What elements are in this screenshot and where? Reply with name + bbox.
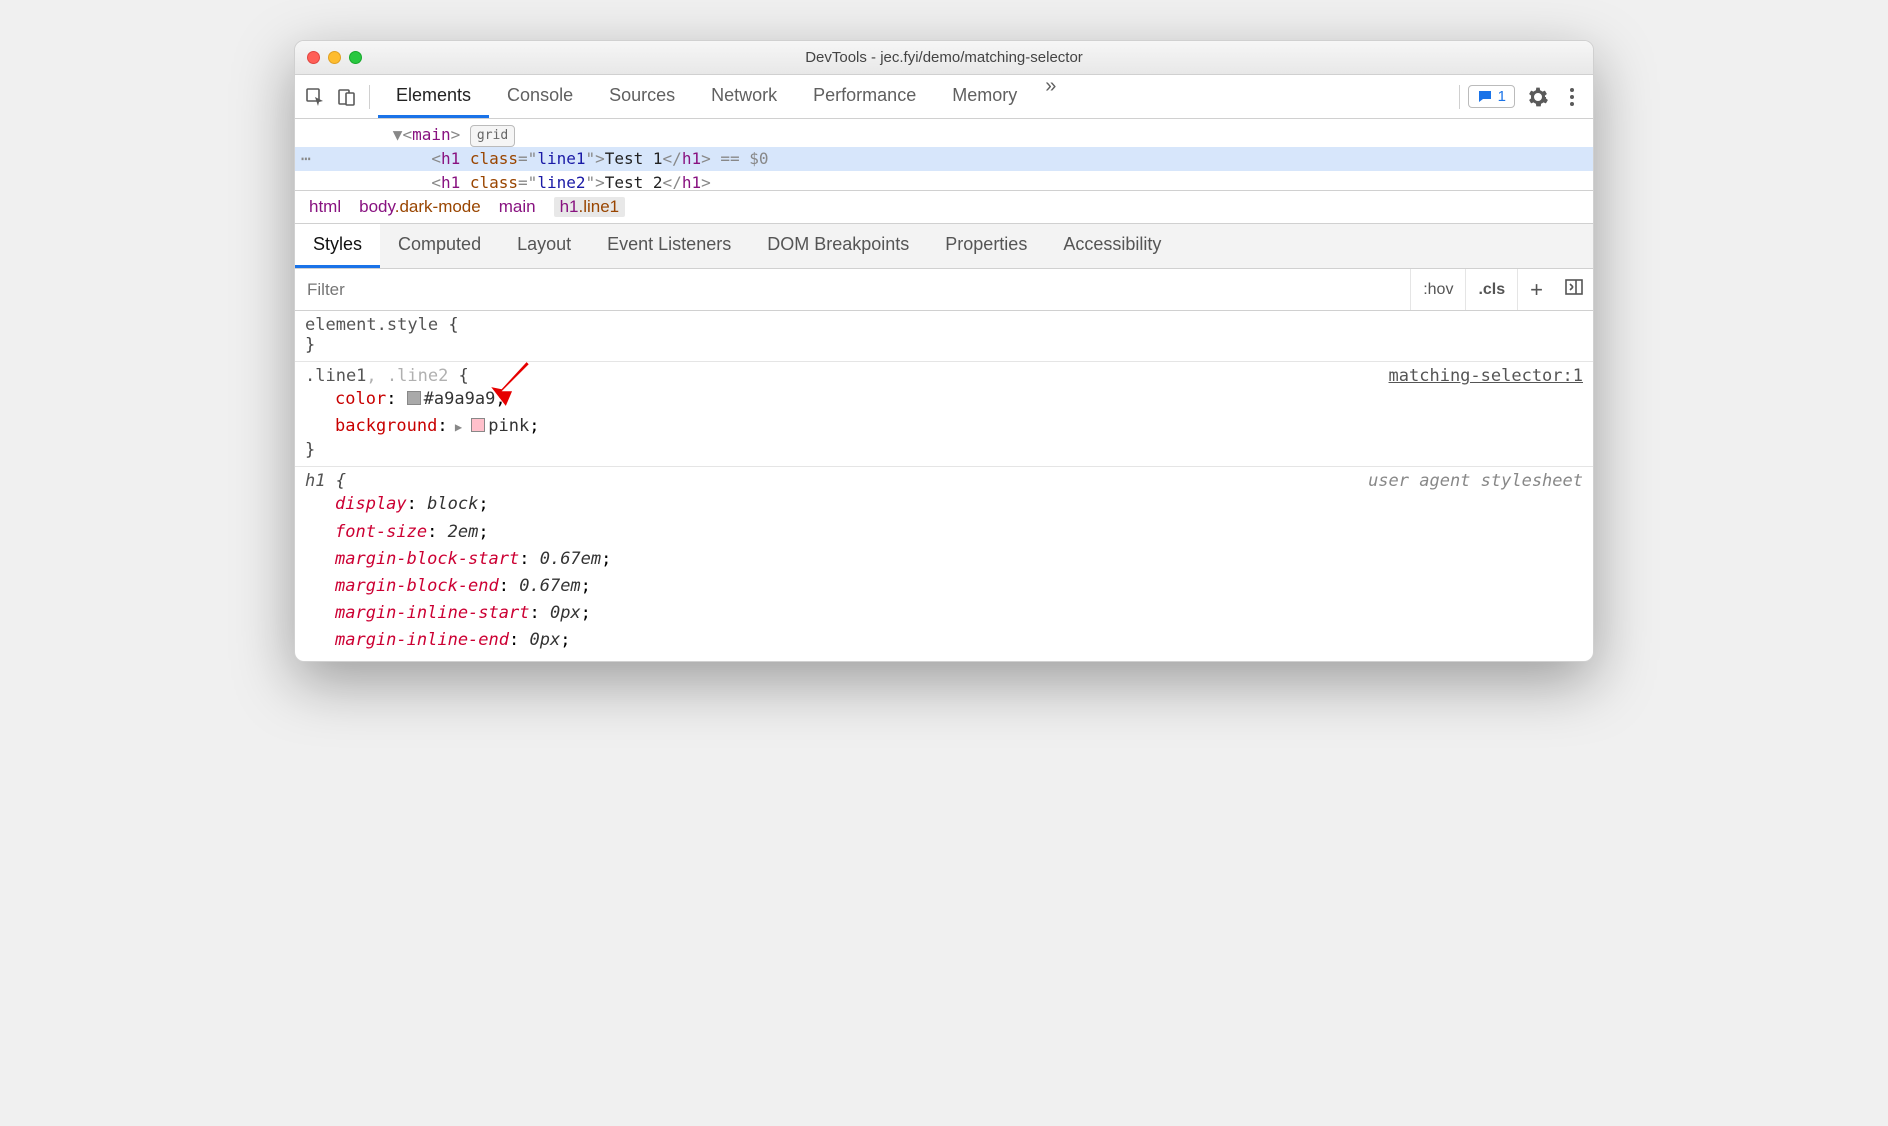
- settings-icon[interactable]: [1523, 87, 1553, 107]
- styles-rules-panel: element.style { } matching-selector:1 .l…: [295, 311, 1593, 661]
- inspect-element-icon[interactable]: [301, 83, 329, 111]
- rule-h1-useragent[interactable]: user agent stylesheet h1 { display: bloc…: [295, 467, 1593, 660]
- crumb-body[interactable]: body.dark-mode: [359, 197, 481, 217]
- issues-button[interactable]: 1: [1468, 85, 1515, 108]
- rule-element-style[interactable]: element.style { }: [295, 311, 1593, 362]
- dom-tree-panel[interactable]: ▼<main> grid <h1 class="line1">Test 1</h…: [295, 119, 1593, 191]
- device-toolbar-icon[interactable]: [333, 83, 361, 111]
- subtab-accessibility[interactable]: Accessibility: [1045, 224, 1179, 268]
- main-tabs: Elements Console Sources Network Perform…: [378, 75, 1451, 118]
- hov-toggle[interactable]: :hov: [1410, 269, 1465, 310]
- css-property[interactable]: margin-inline-end: 0px;: [335, 627, 1583, 654]
- tabs-overflow-button[interactable]: »: [1035, 75, 1066, 118]
- css-property[interactable]: margin-block-end: 0.67em;: [335, 573, 1583, 600]
- rule-line1-line2[interactable]: matching-selector:1 .line1, .line2 { col…: [295, 362, 1593, 467]
- css-property[interactable]: margin-inline-start: 0px;: [335, 600, 1583, 627]
- devtools-window: DevTools - jec.fyi/demo/matching-selecto…: [294, 40, 1594, 662]
- dom-line-main[interactable]: ▼<main> grid: [295, 123, 1593, 147]
- crumb-html[interactable]: html: [309, 197, 341, 217]
- issues-count: 1: [1498, 88, 1506, 105]
- subtab-dom-breakpoints[interactable]: DOM Breakpoints: [749, 224, 927, 268]
- css-property[interactable]: color: #a9a9a9;: [335, 386, 1583, 413]
- more-menu-icon[interactable]: [1557, 88, 1587, 106]
- styles-toolbar: :hov .cls +: [295, 269, 1593, 311]
- css-property[interactable]: display: block;: [335, 491, 1583, 518]
- cls-toggle[interactable]: .cls: [1465, 269, 1517, 310]
- window-title: DevTools - jec.fyi/demo/matching-selecto…: [295, 49, 1593, 66]
- styles-subtabs: Styles Computed Layout Event Listeners D…: [295, 224, 1593, 269]
- tab-network[interactable]: Network: [693, 75, 795, 118]
- computed-sidebar-toggle-icon[interactable]: [1555, 278, 1593, 301]
- grid-badge[interactable]: grid: [470, 125, 515, 147]
- tab-memory[interactable]: Memory: [934, 75, 1035, 118]
- css-property[interactable]: background: ▶ pink;: [335, 413, 1583, 440]
- tab-performance[interactable]: Performance: [795, 75, 934, 118]
- dom-line-selected[interactable]: <h1 class="line1">Test 1</h1> == $0: [295, 147, 1593, 171]
- crumb-h1[interactable]: h1.line1: [554, 197, 626, 217]
- toolbar-separator: [369, 85, 370, 109]
- toolbar-separator: [1459, 85, 1460, 109]
- rule-source-link[interactable]: matching-selector:1: [1389, 366, 1583, 386]
- css-property[interactable]: font-size: 2em;: [335, 519, 1583, 546]
- color-swatch-icon[interactable]: [407, 391, 421, 405]
- color-swatch-icon[interactable]: [471, 418, 485, 432]
- subtab-properties[interactable]: Properties: [927, 224, 1045, 268]
- breadcrumb: html body.dark-mode main h1.line1: [295, 191, 1593, 224]
- new-style-rule-button[interactable]: +: [1517, 269, 1555, 310]
- styles-filter-input[interactable]: [295, 272, 1410, 308]
- crumb-main[interactable]: main: [499, 197, 536, 217]
- css-property[interactable]: margin-block-start: 0.67em;: [335, 546, 1583, 573]
- subtab-event-listeners[interactable]: Event Listeners: [589, 224, 749, 268]
- titlebar: DevTools - jec.fyi/demo/matching-selecto…: [295, 41, 1593, 75]
- tab-sources[interactable]: Sources: [591, 75, 693, 118]
- subtab-computed[interactable]: Computed: [380, 224, 499, 268]
- expand-shorthand-icon[interactable]: ▶: [448, 420, 470, 434]
- filter-wrapper: [295, 272, 1410, 308]
- dom-line-next[interactable]: <h1 class="line2">Test 2</h1>: [295, 171, 1593, 189]
- rule-source-ua: user agent stylesheet: [1368, 471, 1583, 491]
- subtab-styles[interactable]: Styles: [295, 224, 380, 268]
- tab-console[interactable]: Console: [489, 75, 591, 118]
- subtab-layout[interactable]: Layout: [499, 224, 589, 268]
- tab-elements[interactable]: Elements: [378, 75, 489, 118]
- main-toolbar: Elements Console Sources Network Perform…: [295, 75, 1593, 119]
